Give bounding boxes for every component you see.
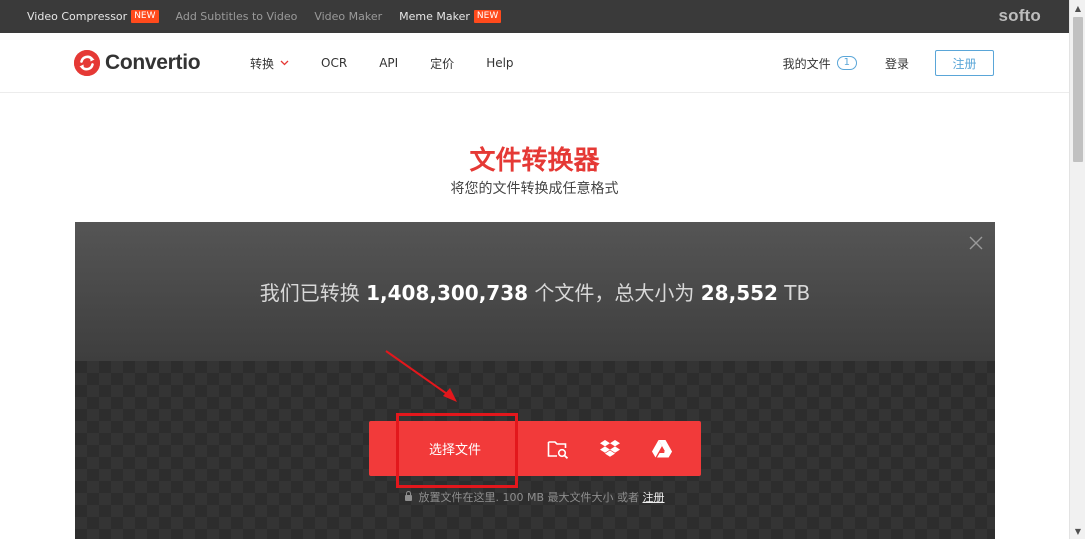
promo-link-add-subtitles[interactable]: Add Subtitles to Video — [176, 10, 298, 23]
my-files-count-badge: 1 — [836, 56, 857, 70]
nav-item-api[interactable]: API — [379, 56, 398, 70]
dropbox-icon[interactable] — [598, 437, 622, 461]
register-button[interactable]: 注册 — [935, 50, 994, 76]
chevron-down-icon — [280, 58, 289, 69]
page-title: 文件转换器 — [469, 146, 600, 176]
annotation-highlight-box — [396, 413, 518, 488]
nav-item-label: Help — [486, 56, 514, 70]
promo-link-label: Video Compressor — [27, 10, 128, 23]
stats-middle: 个文件，总大小为 — [528, 281, 701, 305]
page-scrollbar[interactable]: ▲ ▼ — [1069, 0, 1085, 539]
promo-bar: Video Compressor NEW Add Subtitles to Vi… — [0, 0, 1069, 33]
folder-search-icon[interactable] — [546, 437, 570, 461]
nav-item-ocr[interactable]: OCR — [321, 56, 347, 70]
nav-item-label: OCR — [321, 56, 348, 70]
nav-item-label: 定价 — [430, 56, 455, 71]
annotation-arrow — [385, 350, 457, 402]
convertio-logo[interactable]: Convertio — [74, 49, 201, 77]
total-size: 28,552 — [700, 281, 778, 305]
files-count: 1,408,300,738 — [366, 281, 529, 305]
nav-item-help[interactable]: Help — [486, 56, 513, 70]
nav-item-label: 转换 — [250, 56, 275, 71]
hint-register-link[interactable]: 注册 — [643, 491, 665, 504]
convertio-logo-icon — [74, 50, 100, 76]
promo-link-video-maker[interactable]: Video Maker — [314, 10, 382, 23]
site-header: Convertio 转换 OCR API 定价 Help 我的文件 1 登录 注… — [0, 33, 1069, 93]
promo-link-label: Add Subtitles to Video — [175, 10, 298, 23]
promo-link-meme-maker[interactable]: Meme Maker NEW — [399, 10, 502, 23]
my-files-label: 我的文件 — [782, 56, 831, 71]
header-account: 我的文件 1 登录 注册 — [783, 33, 994, 93]
scrollbar-thumb[interactable] — [1073, 17, 1083, 162]
close-icon[interactable] — [965, 232, 987, 254]
converter-panel: 我们已转换 1,408,300,738 个文件，总大小为 28,552 TB 选… — [75, 222, 995, 539]
softo-logo[interactable]: softo — [998, 6, 1041, 26]
scroll-up-arrow-icon[interactable]: ▲ — [1070, 0, 1085, 16]
promo-link-label: Video Maker — [314, 10, 383, 23]
my-files-link[interactable]: 我的文件 1 — [783, 55, 857, 72]
main-nav: 转换 OCR API 定价 Help — [250, 33, 546, 93]
size-unit: TB — [777, 281, 811, 305]
google-drive-icon[interactable] — [650, 437, 674, 461]
nav-item-label: API — [379, 56, 399, 70]
drop-hint-text: 放置文件在这里. 100 MB 最大文件大小 或者 — [418, 491, 643, 504]
nav-item-pricing[interactable]: 定价 — [430, 55, 454, 72]
drop-hint: 放置文件在这里. 100 MB 最大文件大小 或者 注册 — [75, 489, 995, 505]
page-subtitle: 将您的文件转换成任意格式 — [450, 181, 619, 197]
promo-link-label: Meme Maker — [399, 10, 470, 23]
promo-links: Video Compressor NEW Add Subtitles to Vi… — [27, 0, 518, 33]
stats-prefix: 我们已转换 — [259, 281, 367, 305]
lock-icon — [405, 491, 413, 501]
logo-text: Convertio — [105, 51, 201, 74]
new-badge: NEW — [473, 10, 502, 23]
nav-item-convert[interactable]: 转换 — [250, 55, 289, 72]
conversion-stats: 我们已转换 1,408,300,738 个文件，总大小为 28,552 TB — [75, 277, 995, 306]
login-link[interactable]: 登录 — [885, 55, 909, 72]
promo-link-video-compressor[interactable]: Video Compressor NEW — [27, 10, 159, 23]
scroll-down-arrow-icon[interactable]: ▼ — [1070, 523, 1085, 539]
new-badge: NEW — [131, 10, 159, 23]
